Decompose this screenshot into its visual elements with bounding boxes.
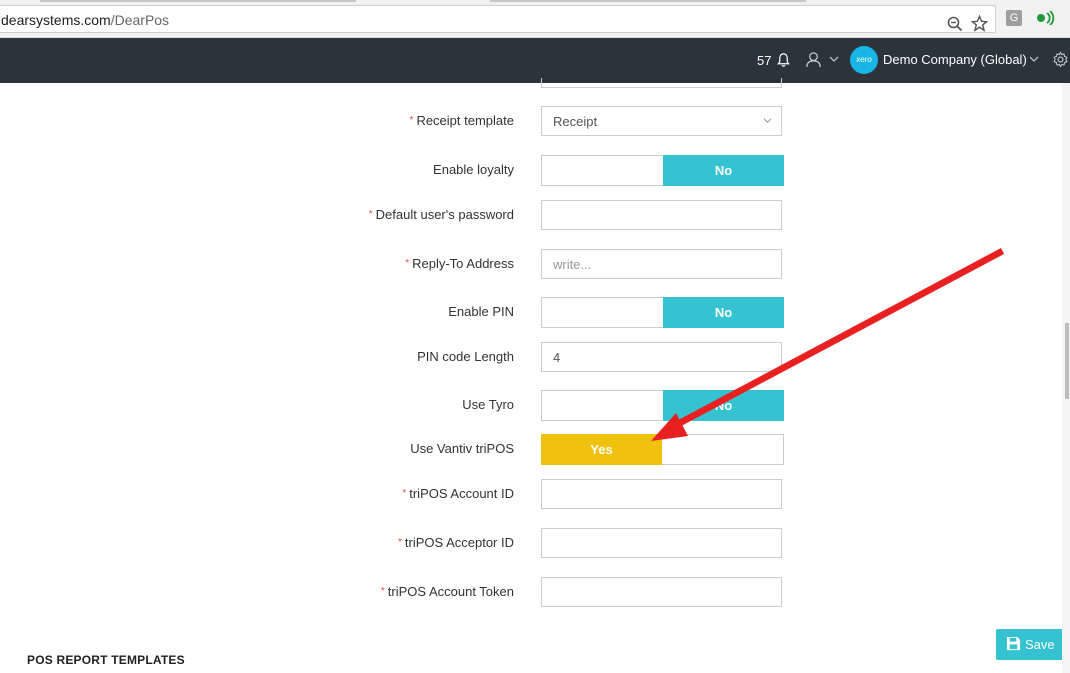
tripos-account-id-input[interactable] — [541, 479, 782, 509]
use-vantiv-tripos-label: Use Vantiv triPOS — [410, 441, 514, 456]
label-text: Default user's password — [375, 207, 514, 222]
url-text: dearsystems.com/DearPos — [1, 12, 169, 28]
reply-to-address-input[interactable]: write... — [541, 249, 782, 279]
address-bar[interactable]: dearsystems.com/DearPos — [0, 5, 996, 33]
row-enable-pin: Enable PIN No — [0, 297, 1000, 329]
label-text: triPOS Account ID — [409, 486, 514, 501]
row-receipt-template: * Receipt template Receipt — [0, 106, 1000, 138]
extension-g-icon[interactable]: G — [1006, 10, 1022, 26]
save-button[interactable]: Save — [996, 629, 1065, 660]
pin-code-length-label: PIN code Length — [417, 349, 514, 364]
extension-live-icon[interactable] — [1036, 11, 1056, 25]
save-icon — [1006, 636, 1021, 651]
label-text: triPOS Account Token — [387, 584, 514, 599]
row-reply-to-address: * Reply-To Address write... — [0, 249, 1000, 281]
required-marker: * — [402, 488, 407, 499]
default-user-password-input[interactable] — [541, 200, 782, 230]
enable-loyalty-label: Enable loyalty — [433, 162, 514, 177]
row-tripos-account-id: * triPOS Account ID — [0, 479, 1000, 511]
receipt-template-label: * Receipt template — [410, 113, 514, 128]
row-tripos-account-token: * triPOS Account Token — [0, 577, 1000, 609]
tab-strip-edge — [40, 0, 356, 2]
row-enable-loyalty: Enable loyalty No — [0, 155, 1000, 187]
tab-strip-edge — [490, 0, 806, 2]
use-tyro-toggle[interactable]: No — [541, 390, 784, 421]
label-text: Receipt template — [416, 113, 514, 128]
tripos-acceptor-id-label: * triPOS Acceptor ID — [398, 535, 514, 550]
user-icon[interactable] — [805, 51, 822, 68]
tripos-account-id-label: * triPOS Account ID — [402, 486, 514, 501]
required-marker: * — [368, 209, 373, 220]
scroll-thumb[interactable] — [1065, 323, 1069, 399]
row-use-vantiv-tripos: Use Vantiv triPOS Yes — [0, 434, 1000, 466]
required-marker: * — [398, 537, 402, 548]
row-use-tyro: Use Tyro No — [0, 390, 1000, 422]
notification-count[interactable]: 57 — [757, 53, 771, 68]
label-text: triPOS Acceptor ID — [404, 535, 514, 550]
company-name[interactable]: Demo Company (Global) — [883, 52, 1027, 67]
required-marker: * — [409, 115, 414, 126]
star-icon[interactable] — [971, 15, 988, 32]
previous-field-partial[interactable] — [541, 78, 782, 88]
tripos-account-token-label: * triPOS Account Token — [381, 584, 514, 599]
enable-loyalty-toggle[interactable]: No — [541, 155, 784, 186]
toggle-no-segment[interactable]: No — [663, 390, 784, 421]
url-path: /DearPos — [110, 12, 170, 28]
use-vantiv-tripos-toggle[interactable]: Yes — [541, 434, 784, 465]
row-pin-code-length: PIN code Length 4 — [0, 342, 1000, 374]
chevron-down-icon[interactable] — [1029, 55, 1039, 63]
reply-to-address-label: * Reply-To Address — [405, 256, 514, 271]
tripos-account-token-input[interactable] — [541, 577, 782, 607]
gear-icon[interactable] — [1052, 51, 1069, 68]
bell-icon[interactable] — [776, 52, 791, 68]
tripos-acceptor-id-input[interactable] — [541, 528, 782, 558]
row-tripos-acceptor-id: * triPOS Acceptor ID — [0, 528, 1000, 560]
toggle-no-segment[interactable]: No — [663, 155, 784, 186]
save-label: Save — [1025, 637, 1055, 652]
use-tyro-label: Use Tyro — [462, 397, 514, 412]
zoom-icon[interactable] — [947, 16, 963, 32]
url-domain: dearsystems.com — [1, 12, 111, 28]
chevron-down-icon — [763, 118, 772, 123]
arrow-annotation — [651, 248, 1004, 441]
page-scrollbar[interactable] — [1062, 83, 1070, 673]
required-marker: * — [405, 258, 410, 269]
receipt-template-select[interactable]: Receipt — [541, 106, 782, 136]
browser-toolbar: dearsystems.com/DearPos G — [0, 0, 1070, 38]
label-text: Reply-To Address — [412, 256, 514, 271]
enable-pin-label: Enable PIN — [448, 304, 514, 319]
app-header: 57 xero Demo Company (Global) — [0, 38, 1070, 83]
chevron-down-icon[interactable] — [829, 55, 839, 63]
section-title-pos-report-templates: POS REPORT TEMPLATES — [27, 653, 185, 667]
row-default-user-password: * Default user's password — [0, 200, 1000, 232]
required-marker: * — [380, 586, 385, 597]
enable-pin-toggle[interactable]: No — [541, 297, 784, 328]
toggle-yes-segment[interactable]: Yes — [541, 434, 662, 465]
xero-logo: xero — [850, 46, 878, 74]
default-user-password-label: * Default user's password — [369, 207, 514, 222]
toggle-no-segment[interactable]: No — [663, 297, 784, 328]
pin-code-length-input[interactable]: 4 — [541, 342, 782, 372]
